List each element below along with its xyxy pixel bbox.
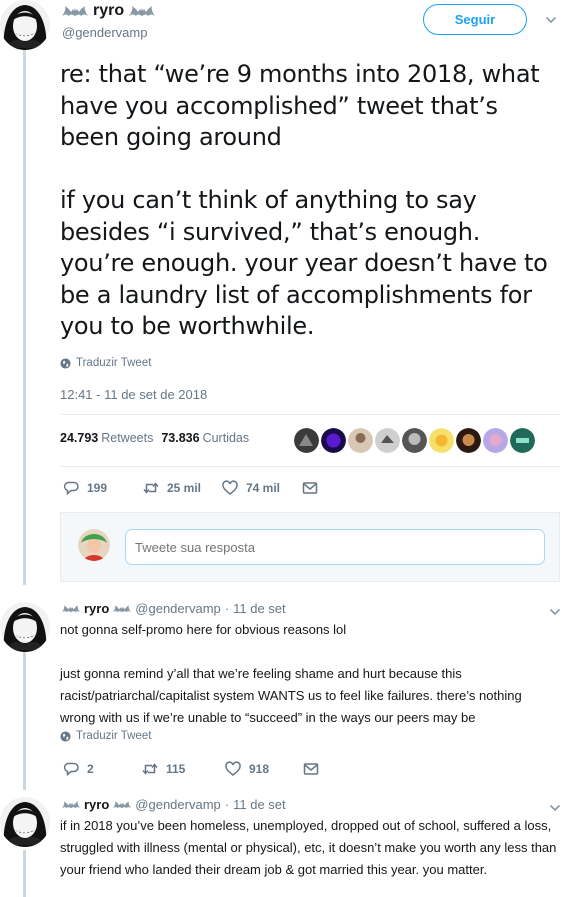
avatar[interactable] xyxy=(0,0,50,50)
retweet-icon xyxy=(143,480,159,496)
globe-icon xyxy=(60,731,71,742)
retweet-count: 25 mil xyxy=(167,481,202,495)
heart-icon xyxy=(222,480,238,496)
retweet-button[interactable]: 25 mil xyxy=(143,480,222,496)
chevron-down-icon[interactable] xyxy=(545,14,557,26)
display-name[interactable]: ryro xyxy=(84,797,109,812)
separator-dot: · xyxy=(224,601,230,616)
bat-icon xyxy=(62,605,80,613)
avatar[interactable] xyxy=(0,602,50,652)
liker-avatar[interactable] xyxy=(510,428,535,453)
bat-icon xyxy=(62,6,88,17)
message-icon xyxy=(302,480,318,496)
reply-date[interactable]: 11 de set xyxy=(233,797,286,812)
reply-count: 2 xyxy=(87,762,94,776)
likes-label[interactable]: Curtidas xyxy=(203,431,250,445)
liker-avatar[interactable] xyxy=(375,428,400,453)
separator-dot: · xyxy=(224,797,230,812)
likes-count[interactable]: 73.836 xyxy=(161,431,199,445)
like-button[interactable]: 74 mil xyxy=(222,480,302,496)
direct-message-button[interactable] xyxy=(303,761,319,777)
author-handle[interactable]: @gendervamp xyxy=(62,25,147,40)
reply-icon xyxy=(63,761,79,777)
translate-tweet-link[interactable]: Traduzir Tweet xyxy=(60,357,151,369)
reply-header: ryro @gendervamp · 11 de set xyxy=(62,601,286,616)
thread-line xyxy=(23,50,26,585)
reply-input[interactable] xyxy=(125,529,545,565)
bat-icon xyxy=(129,6,155,17)
divider xyxy=(60,466,560,467)
display-name[interactable]: ryro xyxy=(84,601,109,616)
reply-button[interactable]: 2 xyxy=(63,761,142,777)
reply-header: ryro @gendervamp · 11 de set xyxy=(62,797,286,812)
reply-composer xyxy=(60,512,560,582)
message-icon xyxy=(303,761,319,777)
reply-text: if in 2018 you’ve been homeless, unemplo… xyxy=(60,815,560,881)
liker-avatar[interactable] xyxy=(321,428,346,453)
reply-actions: 2 115 918 xyxy=(63,761,319,777)
bat-icon xyxy=(62,801,80,809)
liker-avatar[interactable] xyxy=(429,428,454,453)
author-handle[interactable]: @gendervamp xyxy=(135,797,220,812)
reply-paragraph: just gonna remind y’all that we’re feeli… xyxy=(60,666,522,725)
liker-avatar[interactable] xyxy=(402,428,427,453)
reply-paragraph: not gonna self-promo here for obvious re… xyxy=(60,622,347,637)
retweet-count: 115 xyxy=(166,762,186,776)
bat-icon xyxy=(113,801,131,809)
liker-avatar[interactable] xyxy=(294,428,319,453)
translate-label[interactable]: Traduzir Tweet xyxy=(76,357,151,369)
translate-label[interactable]: Traduzir Tweet xyxy=(76,730,151,742)
tweet-timestamp[interactable]: 12:41 - 11 de set de 2018 xyxy=(60,387,207,402)
reply-paragraph: if in 2018 you’ve been homeless, unemplo… xyxy=(60,818,557,877)
heart-icon xyxy=(225,761,241,777)
bat-icon xyxy=(113,605,131,613)
liker-avatar[interactable] xyxy=(348,428,373,453)
reply-icon xyxy=(63,480,79,496)
avatar xyxy=(78,529,110,561)
retweets-label[interactable]: Retweets xyxy=(101,431,153,445)
liker-avatar[interactable] xyxy=(456,428,481,453)
divider xyxy=(60,414,560,415)
author-name-row[interactable]: ryro xyxy=(62,2,155,20)
tweet-text: re: that “we’re 9 months into 2018, what… xyxy=(60,60,548,340)
likers-avatars xyxy=(294,428,535,453)
reply-button[interactable]: 199 xyxy=(63,480,143,496)
reply-text: not gonna self-promo here for obvious re… xyxy=(60,619,560,729)
tweet-stats: 24.793 Retweets 73.836 Curtidas xyxy=(60,431,257,445)
thread-line xyxy=(23,652,26,790)
author-handle[interactable]: @gendervamp xyxy=(135,601,220,616)
reply-count: 199 xyxy=(87,481,108,495)
retweets-count[interactable]: 24.793 xyxy=(60,431,98,445)
thread-line xyxy=(23,850,26,897)
retweet-icon xyxy=(142,761,158,777)
display-name[interactable]: ryro xyxy=(93,2,124,20)
retweet-button[interactable]: 115 xyxy=(142,761,225,777)
like-button[interactable]: 918 xyxy=(225,761,303,777)
liker-avatar[interactable] xyxy=(483,428,508,453)
follow-button[interactable]: Seguir xyxy=(423,4,527,35)
chevron-down-icon[interactable] xyxy=(549,802,561,814)
translate-tweet-link[interactable]: Traduzir Tweet xyxy=(60,730,151,742)
globe-icon xyxy=(60,358,71,369)
direct-message-button[interactable] xyxy=(302,480,318,496)
tweet-actions: 199 25 mil 74 mil xyxy=(63,480,318,496)
avatar[interactable] xyxy=(0,797,50,847)
like-count: 74 mil xyxy=(246,481,281,495)
reply-date[interactable]: 11 de set xyxy=(233,601,286,616)
like-count: 918 xyxy=(249,762,270,776)
chevron-down-icon[interactable] xyxy=(549,606,561,618)
